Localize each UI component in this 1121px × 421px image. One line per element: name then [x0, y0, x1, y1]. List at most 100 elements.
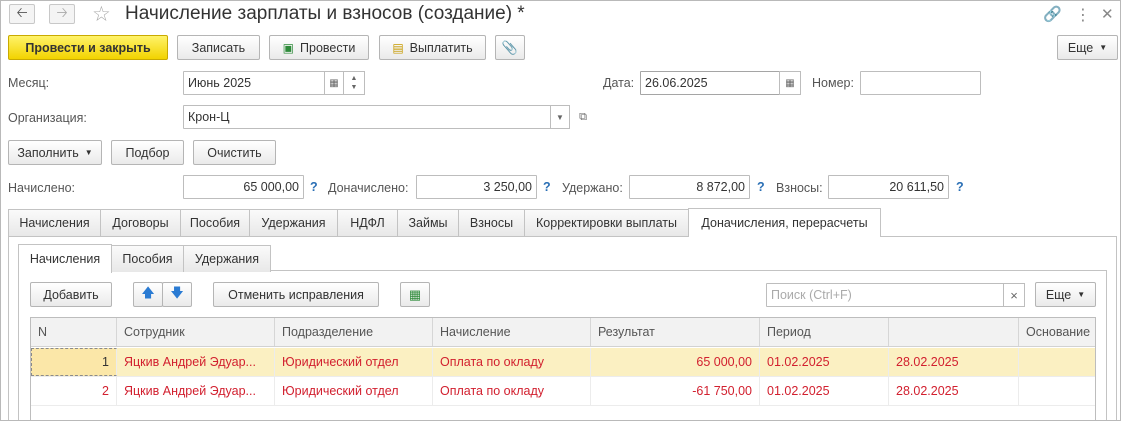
- row-accrual[interactable]: Оплата по окладу: [433, 377, 591, 405]
- col-n[interactable]: N: [31, 318, 117, 346]
- tab-loans[interactable]: Займы: [397, 209, 459, 236]
- col-accrual[interactable]: Начисление: [433, 318, 591, 346]
- col-employee[interactable]: Сотрудник: [117, 318, 275, 346]
- withheld-help-icon[interactable]: ?: [757, 180, 765, 194]
- number-field[interactable]: [860, 71, 981, 95]
- chevron-up-icon: ▲: [350, 75, 358, 82]
- post-and-close-button[interactable]: Провести и закрыть: [8, 35, 168, 60]
- col-period[interactable]: Период: [760, 318, 889, 346]
- pay-button-label: Выплатить: [409, 40, 473, 55]
- organization-dropdown-button[interactable]: ▼: [550, 105, 570, 129]
- month-field[interactable]: Июнь 2025: [183, 71, 325, 95]
- row-employee[interactable]: Яцкив Андрей Эдуар...: [117, 377, 275, 405]
- tab-recalculations[interactable]: Доначисления, перерасчеты: [688, 208, 881, 237]
- tab-contracts[interactable]: Договоры: [100, 209, 181, 236]
- row-basis[interactable]: [1019, 348, 1095, 376]
- tab-accruals[interactable]: Начисления: [8, 209, 101, 236]
- table-row[interactable]: 2 Яцкив Андрей Эдуар... Юридический отде…: [31, 377, 1095, 406]
- star-icon[interactable]: ☆: [92, 2, 111, 27]
- contributions-label: Взносы:: [776, 181, 823, 195]
- pay-document-icon: ▤: [392, 40, 404, 55]
- tab-contributions[interactable]: Взносы: [458, 209, 525, 236]
- move-up-button[interactable]: 🡅: [133, 282, 163, 307]
- back-button[interactable]: 🡠: [9, 4, 35, 24]
- search-clear-button[interactable]: ×: [1003, 283, 1025, 307]
- accrued-help-icon[interactable]: ?: [310, 180, 318, 194]
- post-document-icon: ▣: [282, 40, 295, 55]
- col-result[interactable]: Результат: [591, 318, 760, 346]
- table-row[interactable]: 1 Яцкив Андрей Эдуар... Юридический отде…: [31, 348, 1095, 377]
- chevron-down-icon: ▼: [84, 148, 93, 157]
- search-input[interactable]: Поиск (Ctrl+F): [766, 283, 1004, 307]
- row-period-from[interactable]: 01.02.2025: [760, 348, 889, 376]
- col-basis[interactable]: Основание: [1019, 318, 1095, 346]
- number-label: Номер:: [812, 76, 854, 90]
- row-basis[interactable]: [1019, 377, 1095, 405]
- pay-button[interactable]: ▤ Выплатить: [379, 35, 486, 60]
- extra-accrued-help-icon[interactable]: ?: [543, 180, 551, 194]
- calendar-icon: ▦: [785, 77, 795, 89]
- arrow-up-icon: 🡅: [141, 284, 155, 300]
- move-down-button[interactable]: 🡇: [162, 282, 192, 307]
- row-period-to[interactable]: 28.02.2025: [889, 377, 1019, 405]
- tab-benefits[interactable]: Пособия: [180, 209, 250, 236]
- chevron-down-icon: ▼: [556, 112, 564, 122]
- clear-button[interactable]: Очистить: [193, 140, 276, 165]
- select-button[interactable]: Подбор: [111, 140, 184, 165]
- organization-open-button[interactable]: ⧉: [573, 105, 593, 129]
- contributions-help-icon[interactable]: ?: [956, 180, 964, 194]
- row-n[interactable]: 1: [31, 348, 117, 376]
- organization-field[interactable]: Крон-Ц: [183, 105, 551, 129]
- subtab-deductions[interactable]: Удержания: [183, 245, 271, 272]
- document-window: 🡠 🡢 ☆ Начисление зарплаты и взносов (соз…: [0, 0, 1121, 421]
- organization-label: Организация:: [8, 111, 87, 125]
- month-label: Месяц:: [8, 76, 50, 90]
- cancel-corrections-button[interactable]: Отменить исправления: [213, 282, 379, 307]
- link-icon[interactable]: 🔗: [1043, 5, 1062, 23]
- row-period-to[interactable]: 28.02.2025: [889, 348, 1019, 376]
- table-more-button[interactable]: Еще ▼: [1035, 282, 1096, 307]
- fill-button[interactable]: Заполнить ▼: [8, 140, 102, 165]
- more-button-label: Еще: [1067, 40, 1094, 55]
- subtab-accruals[interactable]: Начисления: [18, 244, 112, 273]
- close-icon[interactable]: ✕: [1101, 5, 1114, 23]
- date-calendar-button[interactable]: ▦: [779, 71, 801, 95]
- row-result[interactable]: 65 000,00: [591, 348, 760, 376]
- calendar-icon: ▦: [329, 77, 339, 89]
- subtab-benefits[interactable]: Пособия: [111, 245, 184, 272]
- recalculations-table: N Сотрудник Подразделение Начисление Рез…: [30, 317, 1096, 420]
- row-n[interactable]: 2: [31, 377, 117, 405]
- accrued-label: Начислено:: [8, 181, 76, 195]
- chevron-down-icon: ▼: [1099, 43, 1108, 52]
- calendar-button[interactable]: ▦: [324, 71, 344, 95]
- row-department[interactable]: Юридический отдел: [275, 348, 433, 376]
- table-settings-button[interactable]: ▦: [400, 282, 430, 307]
- row-employee[interactable]: Яцкив Андрей Эдуар...: [117, 348, 275, 376]
- row-period-from[interactable]: 01.02.2025: [760, 377, 889, 405]
- paperclip-icon: 📎: [501, 39, 519, 55]
- date-field[interactable]: 26.06.2025: [640, 71, 780, 95]
- tab-deductions[interactable]: Удержания: [249, 209, 338, 236]
- col-department[interactable]: Подразделение: [275, 318, 433, 346]
- attach-button[interactable]: 📎: [495, 35, 525, 60]
- post-button[interactable]: ▣ Провести: [269, 35, 369, 60]
- tab-payment-corrections[interactable]: Корректировки выплаты: [524, 209, 689, 236]
- post-button-label: Провести: [300, 40, 356, 55]
- row-department[interactable]: Юридический отдел: [275, 377, 433, 405]
- table-header: N Сотрудник Подразделение Начисление Рез…: [31, 318, 1095, 347]
- extra-accrued-value: 3 250,00: [416, 175, 537, 199]
- tab-ndfl[interactable]: НДФЛ: [337, 209, 398, 236]
- contributions-value: 20 611,50: [828, 175, 949, 199]
- month-spinner[interactable]: ▲ ▼: [343, 71, 365, 95]
- row-accrual[interactable]: Оплата по окладу: [433, 348, 591, 376]
- withheld-label: Удержано:: [562, 181, 623, 195]
- window-title: Начисление зарплаты и взносов (создание)…: [125, 3, 525, 24]
- forward-button[interactable]: 🡢: [49, 4, 75, 24]
- row-result[interactable]: -61 750,00: [591, 377, 760, 405]
- kebab-menu-icon[interactable]: ⋮: [1075, 5, 1091, 25]
- save-button[interactable]: Записать: [177, 35, 260, 60]
- arrow-left-icon: 🡠: [16, 4, 28, 20]
- more-button[interactable]: Еще ▼: [1057, 35, 1118, 60]
- add-button[interactable]: Добавить: [30, 282, 112, 307]
- col-period-end[interactable]: [889, 318, 1019, 346]
